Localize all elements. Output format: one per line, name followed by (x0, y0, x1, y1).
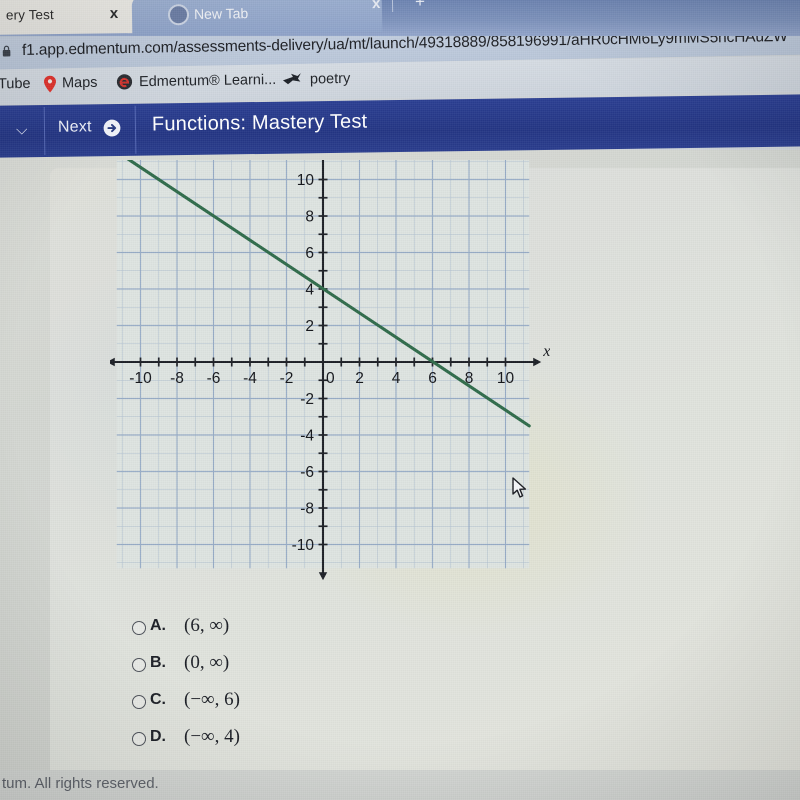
bookmark-maps[interactable]: Maps (62, 75, 98, 92)
header-divider-right (134, 105, 137, 154)
new-tab-button[interactable]: + (415, 0, 425, 12)
tab-close-icon[interactable]: x (105, 5, 123, 23)
x-tick-label: 2 (355, 370, 364, 387)
graph-svg: -10 -8 -6 -4 -2 0 2 4 6 8 10108642-2-4-6-8-10x (106, 143, 550, 581)
tabstrip-divider (391, 0, 394, 13)
x-tick-label: 0 (326, 370, 335, 387)
bookmark-edmentum[interactable]: Edmentum® Learni... (139, 72, 276, 90)
x-axis-arrow-left (106, 357, 115, 367)
option-radio-c[interactable] (132, 695, 146, 709)
option-letter: A. (150, 617, 166, 634)
option-letter: C. (150, 691, 166, 708)
x-tick-label: -2 (280, 370, 294, 387)
map-pin-icon (43, 75, 56, 93)
mouse-pointer-icon (512, 477, 527, 498)
option-radio-a[interactable] (132, 621, 146, 635)
coordinate-graph: -10 -8 -6 -4 -2 0 2 4 6 8 10 10 8 6 4 2 -2 -4 -6 -8 -10 x (106, 143, 550, 581)
x-tick-label: 4 (392, 370, 401, 387)
x-tick-label: -8 (170, 370, 184, 387)
header-divider-left (43, 106, 46, 155)
y-tick-label: -2 (300, 391, 314, 408)
option-radio-d[interactable] (132, 732, 146, 746)
y-tick-label: 2 (305, 318, 314, 335)
y-tick-label: -8 (300, 501, 314, 518)
browser-tab-strip: ery Test x New Tab x + (0, 0, 800, 36)
next-button[interactable]: Next (58, 118, 92, 136)
x-tick-label: 10 (497, 370, 515, 387)
x-axis-label: x (542, 343, 550, 360)
window-close-icon[interactable]: x (372, 0, 381, 12)
copyright-text: tum. All rights reserved. (2, 775, 159, 792)
app-header-bar: ⌵ Next Functions: Mastery Test (0, 94, 800, 158)
tab-title-active: ery Test (5, 7, 54, 23)
screen: -10 -8 -6 -4 -2 0 2 4 6 8 10 10 8 6 4 2 -2 -4 -6 -8 -10 x A.(… (0, 0, 800, 800)
y-tick-label: 10 (297, 172, 315, 189)
bookmark-poetry[interactable]: poetry (310, 71, 351, 88)
bookmark-youtube[interactable]: Tube (0, 76, 31, 93)
y-tick-label: -4 (300, 428, 314, 445)
tab-favicon-icon (167, 4, 190, 26)
option-value: (−∞, 6) (184, 689, 240, 710)
option-letter: D. (150, 728, 166, 745)
y-axis-arrow-down (318, 572, 328, 581)
chevron-down-icon[interactable]: ⌵ (16, 121, 28, 138)
option-value: (6, ∞) (184, 615, 230, 636)
circle-arrow-right-icon[interactable] (102, 118, 122, 138)
y-tick-label: -10 (292, 537, 315, 554)
y-tick-label: -6 (300, 464, 314, 481)
tab-title-new: New Tab (193, 5, 249, 22)
edmentum-icon (116, 74, 133, 90)
page-title: Functions: Mastery Test (151, 110, 368, 136)
y-tick-label: 6 (305, 245, 314, 262)
option-value: (0, ∞) (184, 652, 230, 673)
option-value: (−∞, 4) (184, 726, 240, 747)
page-footer: tum. All rights reserved. (0, 770, 800, 800)
x-tick-label: -6 (207, 370, 221, 387)
option-radio-b[interactable] (132, 658, 146, 672)
x-tick-label: -4 (243, 370, 257, 387)
lock-icon (2, 45, 11, 57)
x-tick-label: 6 (428, 370, 437, 387)
browser-tab-new[interactable]: New Tab (131, 0, 383, 36)
x-tick-label: -10 (129, 370, 152, 387)
bird-icon (282, 73, 301, 85)
option-letter: B. (150, 654, 166, 671)
y-tick-label: 8 (305, 209, 314, 226)
y-tick-label: 4 (305, 282, 314, 299)
x-axis-arrow-right (533, 357, 542, 367)
